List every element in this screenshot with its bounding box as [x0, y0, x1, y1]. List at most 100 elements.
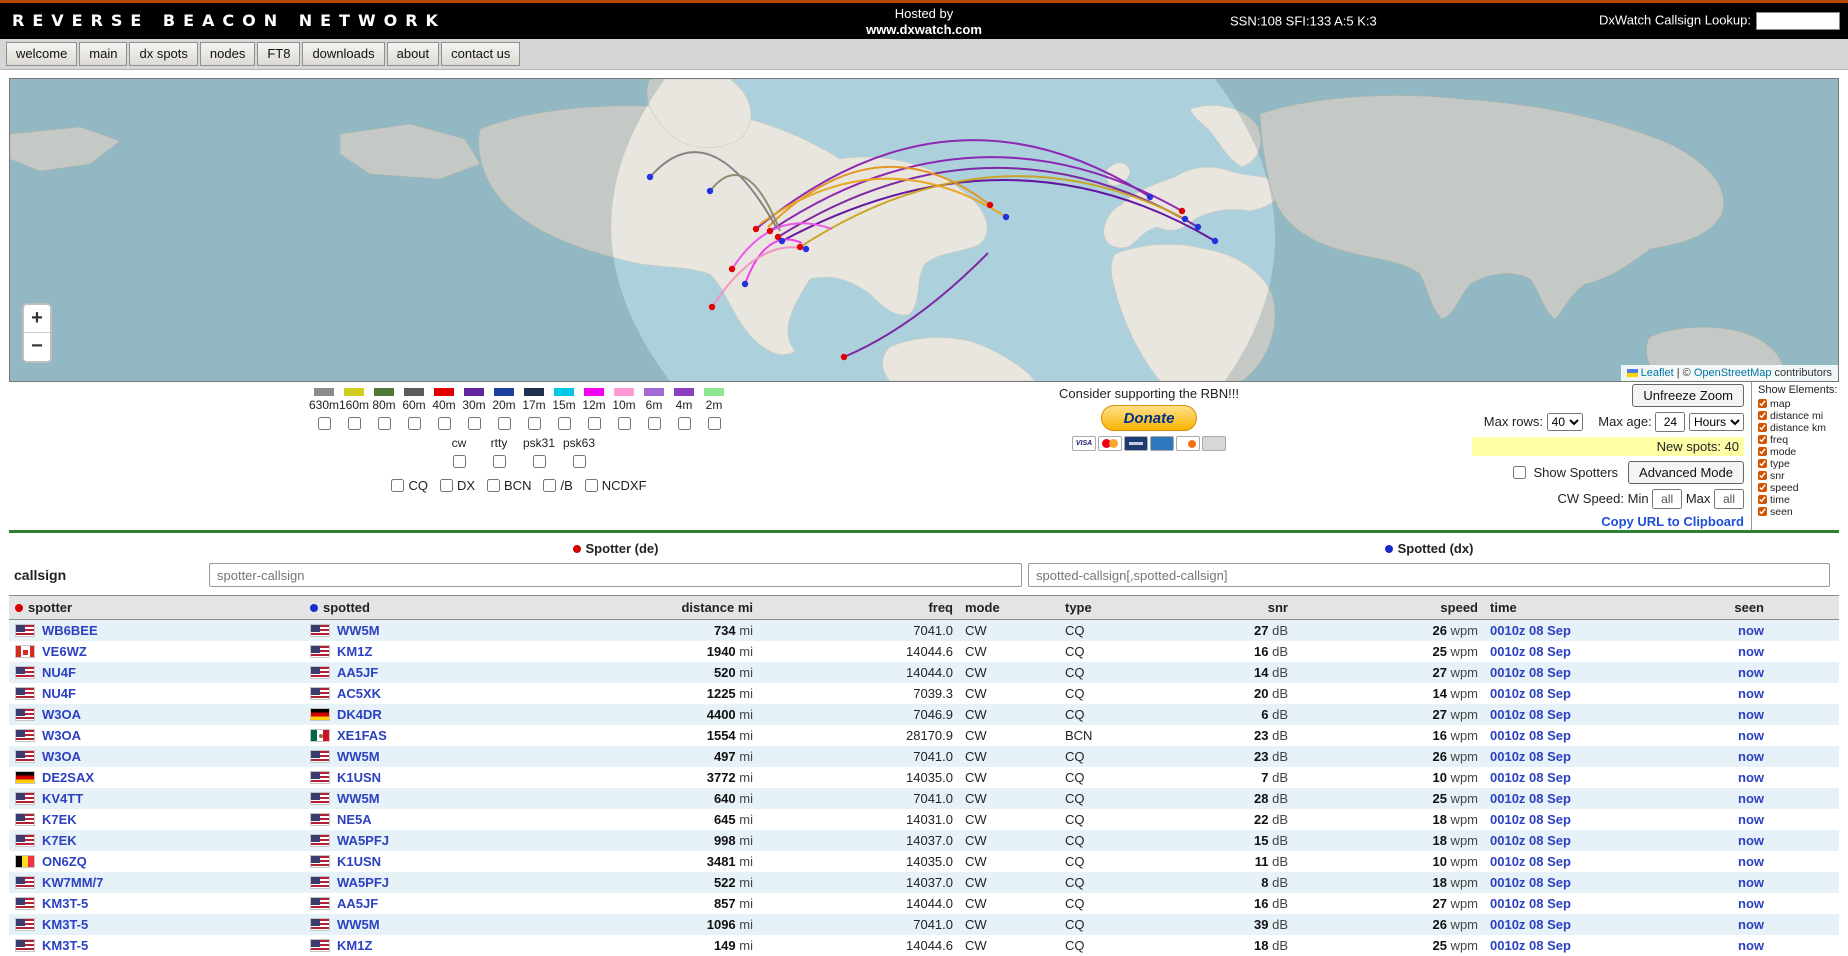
copy-url-link[interactable]: Copy URL to Clipboard: [1601, 514, 1744, 529]
time-link[interactable]: 0010z 08 Sep: [1490, 665, 1571, 680]
spotted-callsign-link[interactable]: AA5JF: [337, 665, 378, 680]
spotted-callsign-link[interactable]: KM1Z: [337, 644, 372, 659]
band-checkbox-30m[interactable]: [468, 417, 481, 430]
time-link[interactable]: 0010z 08 Sep: [1490, 749, 1571, 764]
spotter-callsign-link[interactable]: NU4F: [42, 665, 76, 680]
spotted-callsign-link[interactable]: WW5M: [337, 917, 380, 932]
band-checkbox-15m[interactable]: [558, 417, 571, 430]
spotted-callsign-link[interactable]: WA5PFJ: [337, 875, 389, 890]
seen-link[interactable]: now: [1738, 665, 1764, 680]
band-checkbox-2m[interactable]: [708, 417, 721, 430]
band-checkbox-60m[interactable]: [408, 417, 421, 430]
time-link[interactable]: 0010z 08 Sep: [1490, 686, 1571, 701]
time-link[interactable]: 0010z 08 Sep: [1490, 812, 1571, 827]
type-checkbox-bcn[interactable]: [487, 479, 500, 492]
band-checkbox-4m[interactable]: [678, 417, 691, 430]
zoom-out-button[interactable]: −: [24, 333, 50, 361]
show-element-checkbox-speed[interactable]: [1758, 483, 1767, 492]
spotted-callsign-link[interactable]: WW5M: [337, 623, 380, 638]
spotter-callsign-input[interactable]: [209, 563, 1022, 587]
band-checkbox-40m[interactable]: [438, 417, 451, 430]
show-element-checkbox-map[interactable]: [1758, 399, 1767, 408]
band-checkbox-630m[interactable]: [318, 417, 331, 430]
nav-tab-nodes[interactable]: nodes: [200, 42, 255, 66]
nav-tab-about[interactable]: about: [387, 42, 440, 66]
max-age-input[interactable]: [1655, 412, 1685, 432]
spotter-callsign-link[interactable]: W3OA: [42, 728, 81, 743]
spotted-callsign-link[interactable]: KM1Z: [337, 938, 372, 953]
band-checkbox-17m[interactable]: [528, 417, 541, 430]
cw-speed-max-input[interactable]: [1714, 489, 1744, 509]
show-element-checkbox-distance-mi[interactable]: [1758, 411, 1767, 420]
type-checkbox--b[interactable]: [543, 479, 556, 492]
spotted-callsign-link[interactable]: DK4DR: [337, 707, 382, 722]
show-element-checkbox-mode[interactable]: [1758, 447, 1767, 456]
time-link[interactable]: 0010z 08 Sep: [1490, 854, 1571, 869]
show-element-checkbox-freq[interactable]: [1758, 435, 1767, 444]
seen-link[interactable]: now: [1738, 854, 1764, 869]
type-checkbox-dx[interactable]: [440, 479, 453, 492]
spotter-callsign-link[interactable]: ON6ZQ: [42, 854, 87, 869]
cw-speed-min-input[interactable]: [1652, 489, 1682, 509]
show-element-checkbox-distance-km[interactable]: [1758, 423, 1767, 432]
spotted-callsign-link[interactable]: WW5M: [337, 749, 380, 764]
spotter-callsign-link[interactable]: W3OA: [42, 749, 81, 764]
spotted-callsign-link[interactable]: NE5A: [337, 812, 372, 827]
spotter-callsign-link[interactable]: KM3T-5: [42, 938, 88, 953]
spotter-callsign-link[interactable]: KM3T-5: [42, 917, 88, 932]
spotter-callsign-link[interactable]: DE2SAX: [42, 770, 94, 785]
seen-link[interactable]: now: [1738, 833, 1764, 848]
spotted-callsign-link[interactable]: K1USN: [337, 854, 381, 869]
spotted-callsign-input[interactable]: [1028, 563, 1830, 587]
mode-checkbox-psk63[interactable]: [573, 455, 586, 468]
spotted-callsign-link[interactable]: XE1FAS: [337, 728, 387, 743]
spotter-callsign-link[interactable]: K7EK: [42, 812, 77, 827]
leaflet-link[interactable]: Leaflet: [1641, 367, 1674, 379]
time-link[interactable]: 0010z 08 Sep: [1490, 791, 1571, 806]
spotter-callsign-link[interactable]: NU4F: [42, 686, 76, 701]
unfreeze-zoom-button[interactable]: Unfreeze Zoom: [1632, 384, 1744, 407]
spotted-callsign-link[interactable]: K1USN: [337, 770, 381, 785]
time-link[interactable]: 0010z 08 Sep: [1490, 875, 1571, 890]
show-element-checkbox-snr[interactable]: [1758, 471, 1767, 480]
seen-link[interactable]: now: [1738, 749, 1764, 764]
zoom-in-button[interactable]: +: [24, 305, 50, 333]
spotted-callsign-link[interactable]: AC5XK: [337, 686, 381, 701]
show-element-checkbox-type[interactable]: [1758, 459, 1767, 468]
type-checkbox-cq[interactable]: [391, 479, 404, 492]
band-checkbox-10m[interactable]: [618, 417, 631, 430]
time-link[interactable]: 0010z 08 Sep: [1490, 938, 1571, 953]
time-link[interactable]: 0010z 08 Sep: [1490, 623, 1571, 638]
time-link[interactable]: 0010z 08 Sep: [1490, 833, 1571, 848]
type-checkbox-ncdxf[interactable]: [585, 479, 598, 492]
donate-button[interactable]: Donate: [1101, 405, 1197, 431]
seen-link[interactable]: now: [1738, 770, 1764, 785]
spotter-callsign-link[interactable]: VE6WZ: [42, 644, 87, 659]
spotted-callsign-link[interactable]: WA5PFJ: [337, 833, 389, 848]
advanced-mode-button[interactable]: Advanced Mode: [1628, 461, 1744, 484]
nav-tab-dx-spots[interactable]: dx spots: [129, 42, 197, 66]
nav-tab-contact-us[interactable]: contact us: [441, 42, 520, 66]
seen-link[interactable]: now: [1738, 938, 1764, 953]
show-element-checkbox-time[interactable]: [1758, 495, 1767, 504]
seen-link[interactable]: now: [1738, 812, 1764, 827]
time-link[interactable]: 0010z 08 Sep: [1490, 896, 1571, 911]
spotter-callsign-link[interactable]: WB6BEE: [42, 623, 98, 638]
seen-link[interactable]: now: [1738, 791, 1764, 806]
seen-link[interactable]: now: [1738, 623, 1764, 638]
spotter-callsign-link[interactable]: KM3T-5: [42, 896, 88, 911]
nav-tab-main[interactable]: main: [79, 42, 127, 66]
max-rows-select[interactable]: 40: [1547, 413, 1583, 431]
show-spotters-checkbox[interactable]: [1513, 466, 1526, 479]
band-checkbox-20m[interactable]: [498, 417, 511, 430]
seen-link[interactable]: now: [1738, 707, 1764, 722]
spotted-callsign-link[interactable]: AA5JF: [337, 896, 378, 911]
spotter-callsign-link[interactable]: K7EK: [42, 833, 77, 848]
band-checkbox-80m[interactable]: [378, 417, 391, 430]
mode-checkbox-psk31[interactable]: [533, 455, 546, 468]
spotted-callsign-link[interactable]: WW5M: [337, 791, 380, 806]
spotter-callsign-link[interactable]: W3OA: [42, 707, 81, 722]
seen-link[interactable]: now: [1738, 686, 1764, 701]
nav-tab-downloads[interactable]: downloads: [302, 42, 384, 66]
band-checkbox-160m[interactable]: [348, 417, 361, 430]
